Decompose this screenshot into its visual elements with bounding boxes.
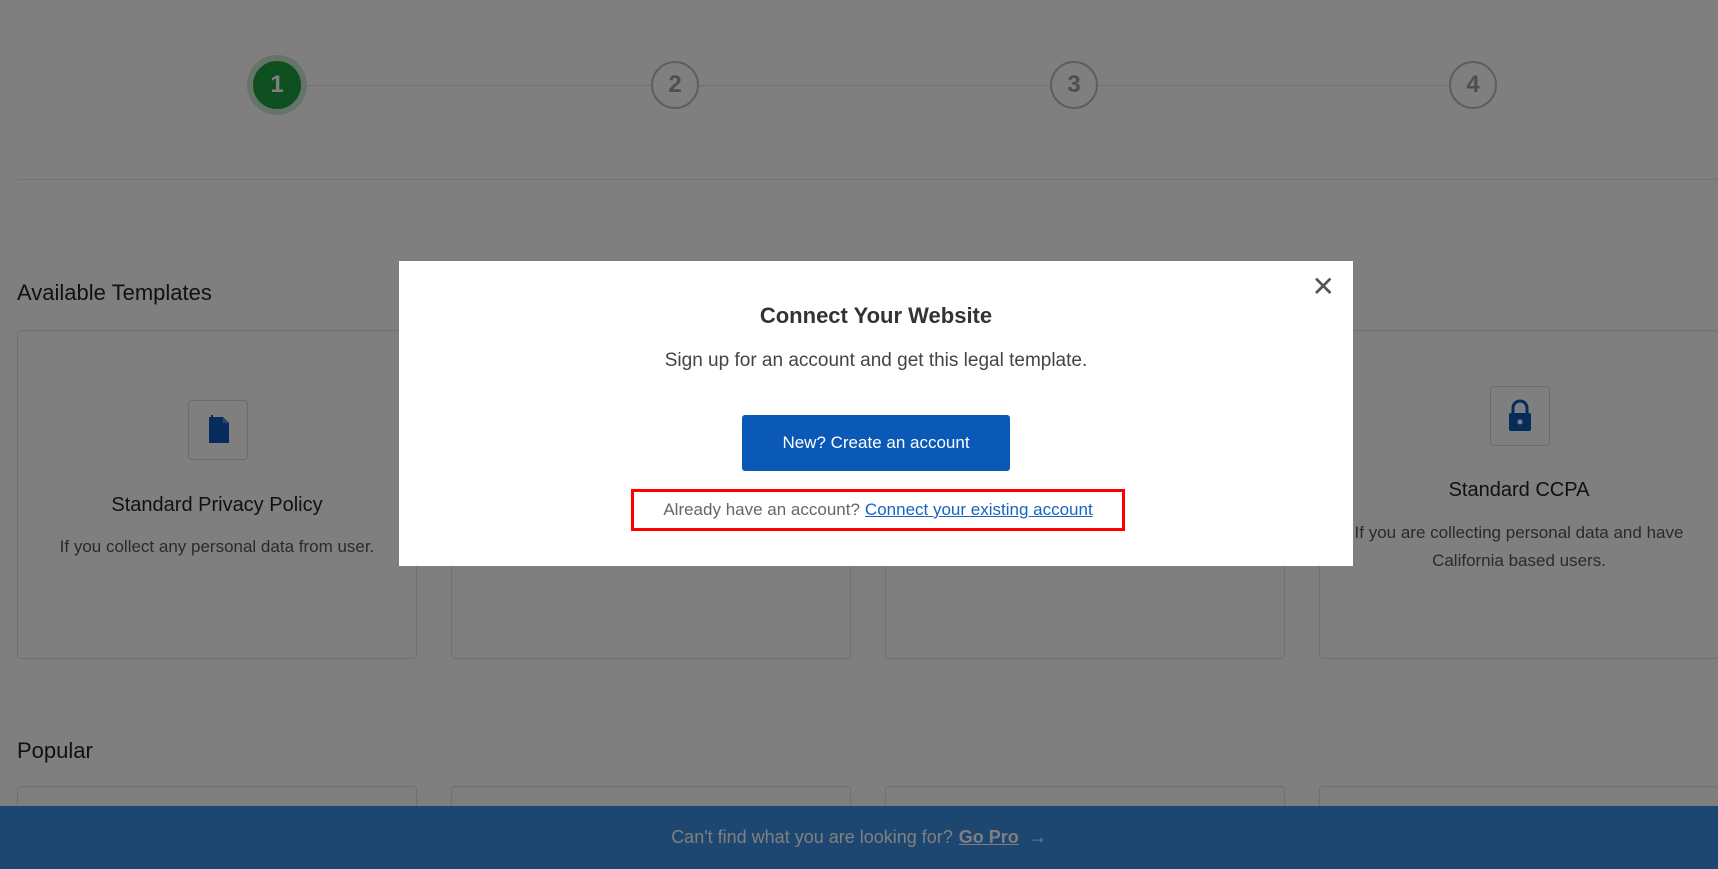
connect-existing-account-link[interactable]: Connect your existing account (865, 500, 1093, 520)
close-icon[interactable]: ✕ (1312, 273, 1335, 301)
connect-website-modal: ✕ Connect Your Website Sign up for an ac… (399, 261, 1353, 566)
existing-account-row: Already have an account? Connect your ex… (631, 489, 1125, 531)
create-account-button[interactable]: New? Create an account (742, 415, 1010, 471)
existing-account-prompt: Already have an account? (663, 500, 860, 519)
modal-title: Connect Your Website (759, 303, 993, 328)
modal-subtitle: Sign up for an account and get this lega… (664, 350, 1088, 371)
